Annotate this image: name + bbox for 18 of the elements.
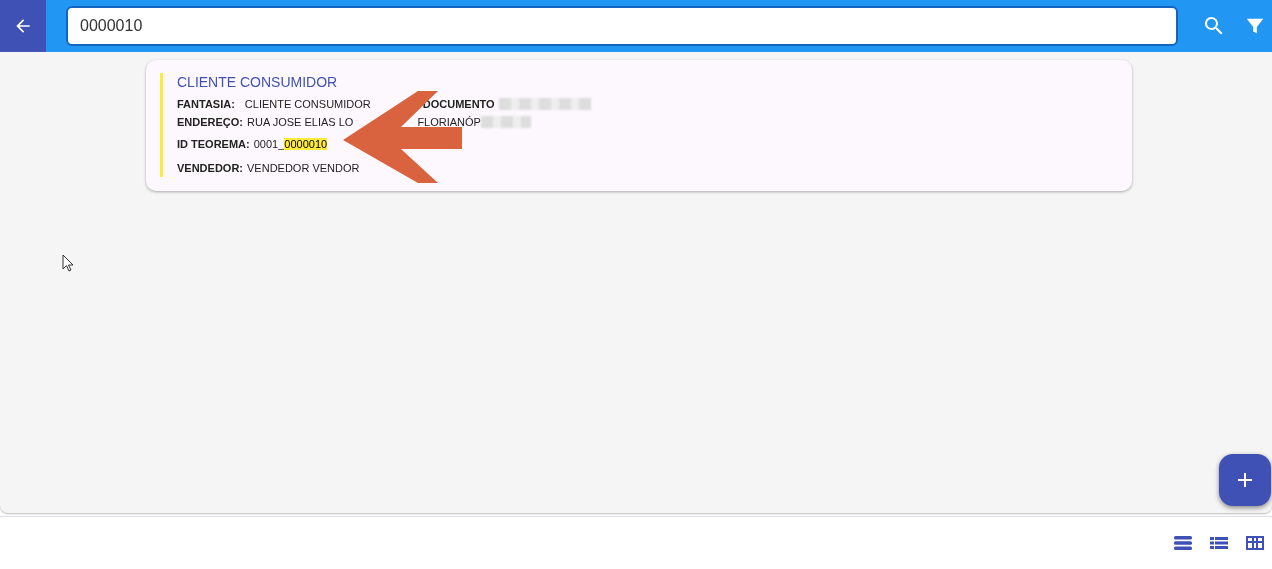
- grid-view-icon[interactable]: [1246, 535, 1264, 551]
- field-value: CLIENTE CONSUMIDOR: [244, 98, 371, 110]
- plus-icon: [1238, 473, 1252, 487]
- field-label: FANTASIA:: [177, 98, 235, 110]
- field-value: FLORIANÓP: [417, 116, 481, 128]
- detail-list-icon[interactable]: [1210, 535, 1228, 551]
- search-field[interactable]: 0000010: [66, 6, 1178, 46]
- list-view-icon[interactable]: [1174, 535, 1192, 551]
- field-label: DOCUMENTO: [422, 98, 495, 110]
- mouse-cursor-icon: [62, 254, 74, 272]
- field-value: VENDEDOR VENDOR: [247, 162, 360, 174]
- client-name: CLIENTE CONSUMIDOR: [177, 73, 339, 91]
- field-value: RUA JOSE ELIAS LO: [247, 116, 354, 128]
- add-button[interactable]: [1219, 454, 1271, 506]
- field-label: ID TEOREMA:: [177, 138, 250, 150]
- field-label: ENDEREÇO:: [177, 116, 243, 128]
- field-label: VENDEDOR:: [177, 162, 243, 174]
- blurred-value: [480, 116, 531, 128]
